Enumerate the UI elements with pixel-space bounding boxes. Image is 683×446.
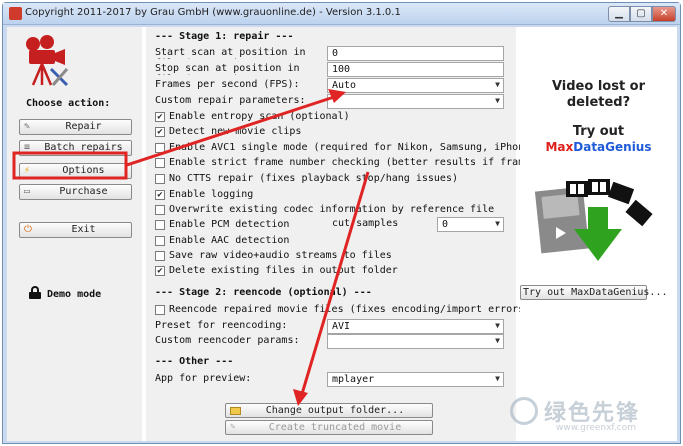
- checkbox-label: Enable strict frame number checking (bet…: [169, 157, 579, 168]
- stop-scan-label: Stop scan at position in file (percent):: [155, 63, 300, 75]
- options-button-label: Options: [62, 165, 105, 176]
- checkbox-label: No CTTS repair (fixes playback stop/hang…: [169, 173, 458, 184]
- preview-app-label: App for preview:: [155, 373, 252, 384]
- maximize-button[interactable]: ▢: [630, 6, 652, 22]
- stage2-title: --- Stage 2: reencode (optional) ---: [155, 287, 372, 298]
- checkbox-box[interactable]: ✔: [155, 266, 165, 276]
- ad-brand-datagenius: DataGenius: [573, 140, 652, 154]
- fps-select[interactable]: Auto ▼: [327, 78, 504, 93]
- window-title: Copyright 2011-2017 by Grau GmbH (www.gr…: [25, 7, 401, 18]
- app-window: Copyright 2011-2017 by Grau GmbH (www.gr…: [2, 2, 681, 444]
- watermark-icon: [510, 397, 538, 425]
- chevron-down-icon: ▼: [495, 96, 500, 105]
- fps-label: Frames per second (FPS):: [155, 79, 300, 90]
- checkbox-label: Delete existing files in output folder: [169, 265, 398, 276]
- ad-headline-1: Video lost or: [551, 79, 646, 94]
- ad-brand-max: Max: [545, 140, 574, 154]
- custom-reencoder-params-label: Custom reencoder params:: [155, 335, 300, 346]
- stop-scan-input[interactable]: 100: [327, 62, 504, 77]
- ad-headline-2: deleted?: [566, 95, 631, 110]
- demo-mode-label: Demo mode: [47, 289, 102, 300]
- purchase-button[interactable]: ▭ Purchase: [19, 184, 132, 200]
- checkbox-box[interactable]: ✔: [155, 127, 165, 137]
- batch-repairs-button[interactable]: ≡ Batch repairs: [19, 140, 132, 156]
- options-button[interactable]: ⚡ Options: [19, 163, 132, 179]
- client-area: Choose action: ✎ Repair ≡ Batch repairs …: [7, 27, 677, 441]
- checkbox-box[interactable]: [155, 205, 165, 215]
- lock-icon: [29, 286, 41, 299]
- checkbox-label: Enable PCM detection: [169, 219, 290, 230]
- start-scan-label: Start scan at position in file (percent)…: [155, 47, 306, 59]
- checkbox-label: Overwrite existing codec information by …: [169, 204, 495, 215]
- wrench-icon: ✎: [230, 422, 236, 432]
- film-recovery-icon: [534, 179, 653, 261]
- camera-logo-icon: [26, 35, 69, 87]
- watermark-logo: 绿色先锋 www.greenxf.com: [508, 393, 678, 437]
- title-bar[interactable]: Copyright 2011-2017 by Grau GmbH (www.gr…: [3, 3, 680, 25]
- chevron-down-icon: ▼: [495, 336, 500, 345]
- reencode-checkbox-label: Reencode repaired movie files (fixes enc…: [169, 304, 531, 315]
- checkbox-label: Enable logging: [169, 189, 254, 200]
- stage1-title: --- Stage 1: repair ---: [155, 31, 294, 42]
- exit-button[interactable]: ⏻ Exit: [19, 222, 132, 238]
- folder-icon: [230, 407, 241, 415]
- batch-repairs-button-label: Batch repairs: [44, 142, 123, 153]
- repair-button[interactable]: ✎ Repair: [19, 119, 132, 135]
- action-panel: Choose action: ✎ Repair ≡ Batch repairs …: [7, 27, 142, 441]
- preset-label: Preset for reencoding:: [155, 320, 288, 331]
- purchase-button-label: Purchase: [59, 186, 108, 197]
- minimize-button[interactable]: ▁: [608, 6, 630, 22]
- preview-app-select[interactable]: mplayer ▼: [327, 372, 504, 387]
- checkbox-box[interactable]: [155, 236, 165, 246]
- reencode-checkbox-box[interactable]: [155, 305, 165, 315]
- checkbox-box[interactable]: [155, 158, 165, 168]
- checkbox-box[interactable]: ✔: [155, 190, 165, 200]
- ad-brand: MaxDataGenius: [520, 140, 677, 154]
- chevron-down-icon: ▼: [495, 80, 500, 89]
- list-icon: ≡: [24, 142, 31, 153]
- cut-samples-label: cut samples: [332, 218, 399, 229]
- cut-samples-select[interactable]: 0 ▼: [437, 217, 504, 232]
- checkbox-label: Enable AAC detection: [169, 235, 290, 246]
- exit-button-label: Exit: [71, 224, 96, 235]
- chevron-down-icon: ▼: [495, 374, 500, 383]
- checkbox-box[interactable]: ✔: [155, 112, 165, 122]
- checkbox-label: Save raw video+audio streams to files: [169, 250, 392, 261]
- checkbox-box[interactable]: [155, 220, 165, 230]
- change-output-folder-button[interactable]: Change output folder...: [225, 403, 433, 418]
- custom-repair-params-select[interactable]: ▼: [327, 94, 504, 109]
- choose-action-label: Choose action:: [26, 98, 111, 109]
- checkbox-box[interactable]: [155, 174, 165, 184]
- preset-select[interactable]: AVI ▼: [327, 319, 504, 334]
- wrench-icon: ✎: [24, 121, 31, 132]
- other-title: --- Other ---: [155, 356, 234, 367]
- app-icon: [9, 7, 22, 20]
- cart-icon: ▭: [24, 186, 31, 197]
- close-button[interactable]: ✕: [652, 6, 676, 22]
- advert-panel: Video lost or deleted? Try out MaxDataGe…: [510, 27, 677, 441]
- ad-try-out: Try out: [572, 124, 625, 139]
- repair-button-label: Repair: [65, 121, 102, 132]
- checkbox-box[interactable]: [155, 143, 165, 153]
- create-truncated-movie-button[interactable]: ✎ Create truncated movie: [225, 420, 433, 435]
- checkbox-label: Enable AVC1 single mode (required for Ni…: [169, 142, 579, 153]
- options-panel: --- Stage 1: repair --- Start scan at po…: [146, 27, 578, 441]
- checkbox-label: Enable entropy scan (optional): [169, 111, 350, 122]
- chevron-down-icon: ▼: [495, 321, 500, 330]
- checkbox-label: Detect new movie clips: [169, 126, 302, 137]
- checkbox-box[interactable]: [155, 251, 165, 261]
- custom-reencoder-params-select[interactable]: ▼: [327, 334, 504, 349]
- custom-repair-params-label: Custom repair parameters:: [155, 95, 306, 106]
- try-maxdatagenius-button[interactable]: Try out MaxDataGenius...: [520, 285, 668, 300]
- power-icon: ⏻: [24, 224, 32, 235]
- watermark-url: www.greenxf.com: [556, 423, 637, 433]
- chevron-down-icon: ▼: [495, 219, 500, 228]
- lightning-icon: ⚡: [24, 165, 31, 176]
- start-scan-input[interactable]: 0: [327, 46, 504, 61]
